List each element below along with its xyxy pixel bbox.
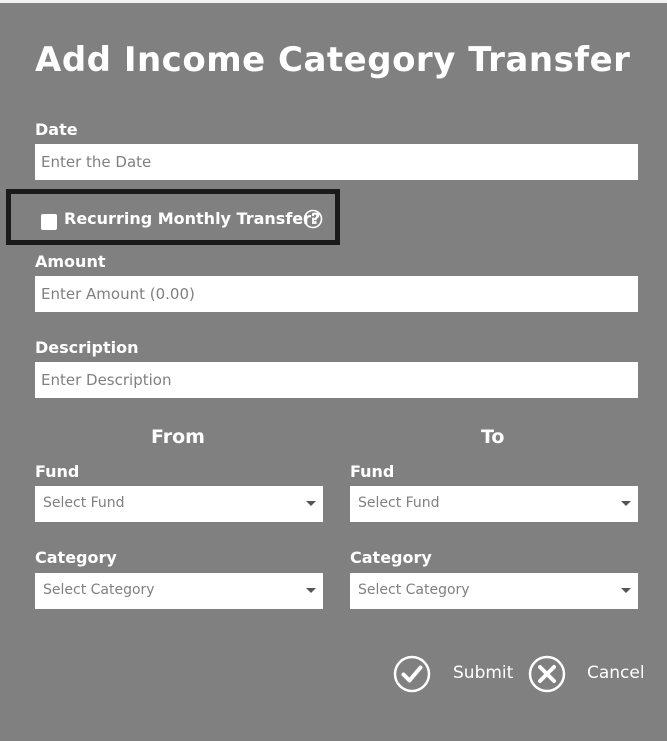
from-heading: From bbox=[151, 426, 205, 448]
chevron-down-icon bbox=[306, 501, 316, 506]
to-category-select[interactable]: Select Category bbox=[350, 573, 638, 609]
description-label: Description bbox=[35, 338, 139, 357]
date-input[interactable] bbox=[35, 144, 638, 180]
amount-label: Amount bbox=[35, 252, 106, 271]
date-label: Date bbox=[35, 120, 78, 139]
from-category-selected: Select Category bbox=[43, 582, 155, 598]
dialog-title: Add Income Category Transfer bbox=[35, 40, 631, 80]
to-fund-label: Fund bbox=[350, 462, 395, 481]
chevron-down-icon bbox=[621, 588, 631, 593]
info-icon[interactable] bbox=[303, 209, 323, 229]
recurring-checkbox[interactable] bbox=[41, 214, 57, 230]
amount-input[interactable] bbox=[35, 276, 638, 312]
description-input[interactable] bbox=[35, 362, 638, 398]
check-circle-icon[interactable] bbox=[393, 655, 431, 693]
to-category-selected: Select Category bbox=[358, 582, 470, 598]
chevron-down-icon bbox=[306, 588, 316, 593]
to-heading: To bbox=[481, 426, 505, 448]
recurring-label[interactable]: Recurring Monthly Transfer? bbox=[64, 209, 320, 228]
to-fund-select[interactable]: Select Fund bbox=[350, 486, 638, 522]
submit-button[interactable]: Submit bbox=[453, 663, 513, 683]
to-fund-selected: Select Fund bbox=[358, 495, 440, 511]
from-fund-label: Fund bbox=[35, 462, 80, 481]
dialog-top-edge bbox=[0, 0, 667, 3]
from-fund-selected: Select Fund bbox=[43, 495, 125, 511]
from-fund-select[interactable]: Select Fund bbox=[35, 486, 323, 522]
from-category-select[interactable]: Select Category bbox=[35, 573, 323, 609]
x-circle-icon[interactable] bbox=[528, 655, 566, 693]
from-category-label: Category bbox=[35, 548, 117, 567]
chevron-down-icon bbox=[621, 501, 631, 506]
cancel-button[interactable]: Cancel bbox=[587, 663, 645, 683]
to-category-label: Category bbox=[350, 548, 432, 567]
recurring-highlight-box: Recurring Monthly Transfer? bbox=[6, 189, 340, 245]
